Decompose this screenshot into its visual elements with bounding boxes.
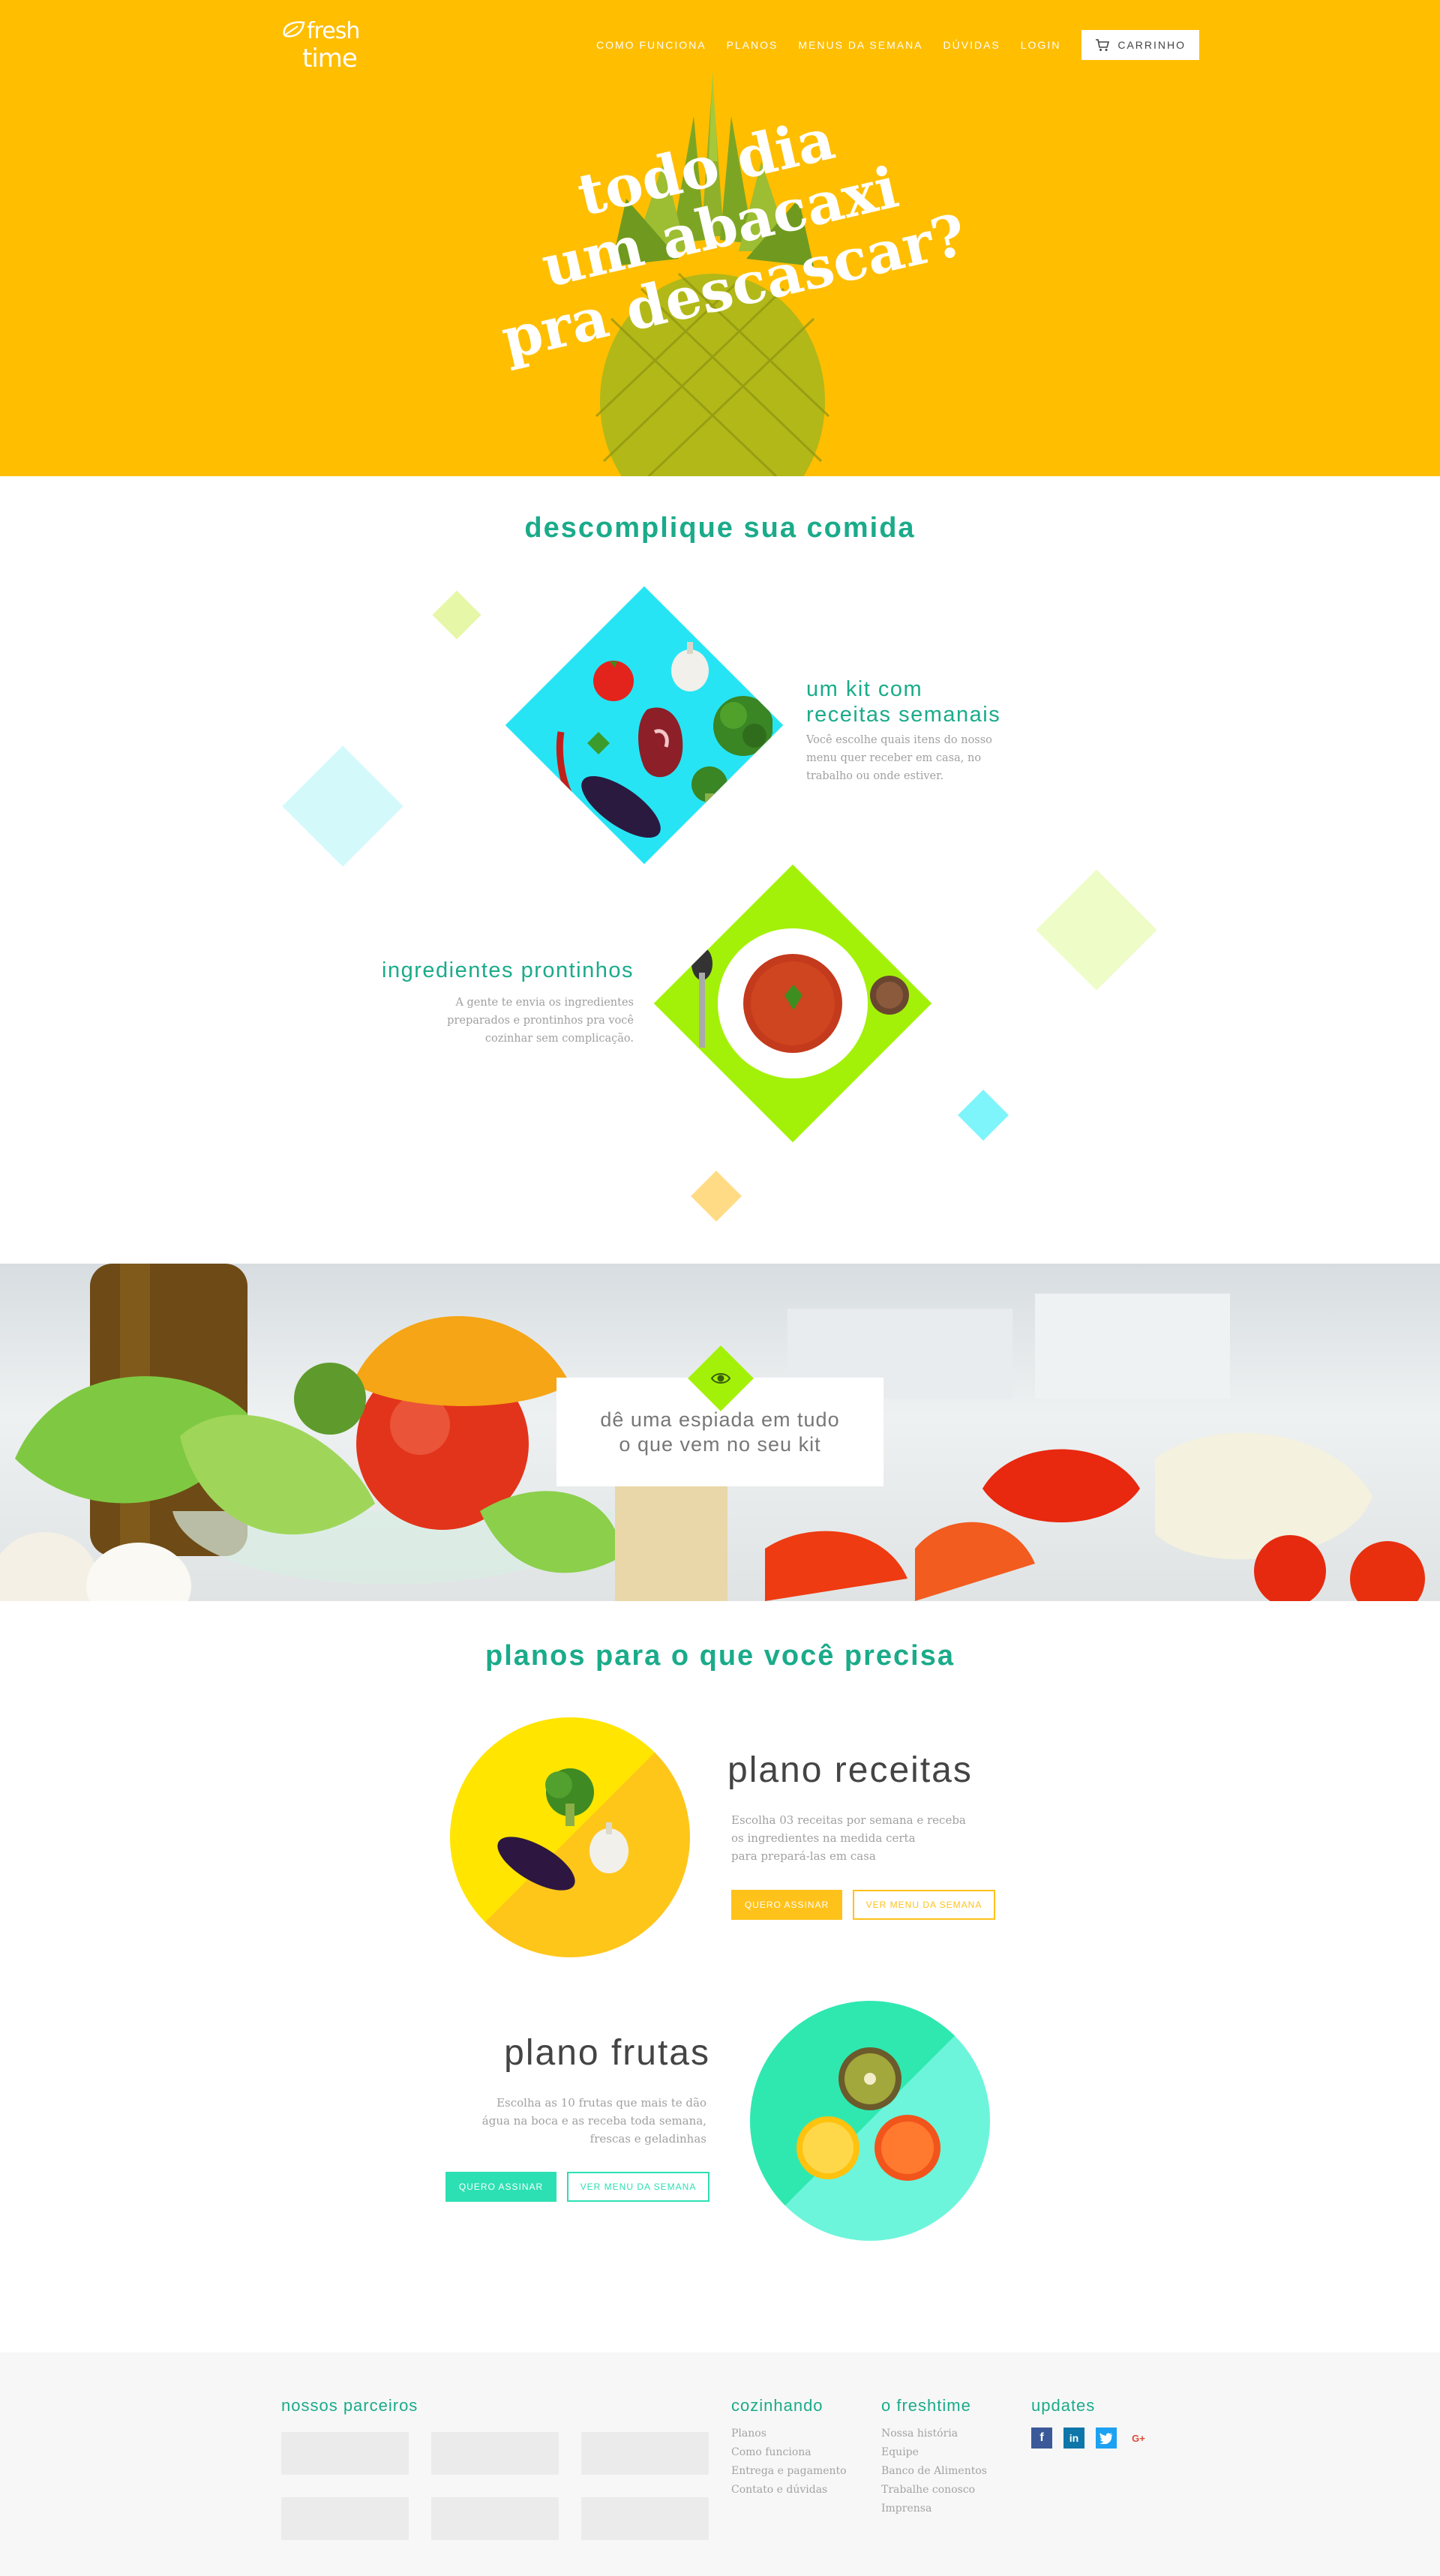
feature-title-line: um kit com <box>806 677 923 701</box>
feature-text-line: cozinhar sem complicação. <box>484 1033 634 1045</box>
partner-logo[interactable] <box>581 2432 709 2475</box>
partner-logo[interactable] <box>281 2432 409 2475</box>
cart-icon <box>1096 39 1110 51</box>
deco-diamond <box>282 745 404 867</box>
deco-diamond <box>958 1090 1009 1141</box>
main-nav: COMO FUNCIONA PLANOS MENUS DA SEMANA DÚV… <box>596 30 1199 60</box>
footer-link-imprensa[interactable]: Imprensa <box>881 2503 932 2515</box>
partner-logo[interactable] <box>281 2497 409 2540</box>
nav-item-menus-da-semana[interactable]: MENUS DA SEMANA <box>798 39 922 51</box>
footer-link-contato-duvidas[interactable]: Contato e dúvidas <box>731 2484 827 2496</box>
deco-diamond <box>691 1171 742 1222</box>
linkedin-icon[interactable]: in <box>1064 2428 1084 2449</box>
nav-item-duvidas[interactable]: DÚVIDAS <box>944 39 1000 51</box>
feature-prepared-text: A gente te envia os ingredientes prepara… <box>347 994 634 1048</box>
deco-diamond <box>1036 869 1157 991</box>
feature-text-line: menu quer receber em casa, no <box>806 752 982 764</box>
partner-logo[interactable] <box>431 2497 559 2540</box>
twitter-icon[interactable] <box>1096 2428 1117 2449</box>
nav-item-planos[interactable]: PLANOS <box>727 39 778 51</box>
deco-diamond <box>432 590 482 640</box>
plan-receitas-menu-button[interactable]: VER MENU DA SEMANA <box>853 1890 995 1920</box>
kit-preview-banner[interactable]: dê uma espiada em tudo o que vem no seu … <box>0 1264 1440 1601</box>
feature-kit-title: um kit com receitas semanais <box>806 676 1000 727</box>
plan-frutas-text: Escolha as 10 frutas que mais te dão águ… <box>375 2094 706 2148</box>
plan-frutas-title: plano frutas <box>504 2033 710 2073</box>
nav-item-como-funciona[interactable]: COMO FUNCIONA <box>596 39 706 51</box>
logo-text-fresh: fresh <box>307 18 360 44</box>
vegetables-illustration <box>497 1768 628 1891</box>
kit-ingredients-image <box>505 586 784 865</box>
cart-button[interactable]: CARRINHO <box>1082 30 1199 60</box>
logo-text-time: time <box>302 43 358 73</box>
feature-prepared-title: ingredientes prontinhos <box>347 958 634 983</box>
plan-text-line: para prepará-las em casa <box>731 1849 876 1863</box>
plan-receitas-subscribe-button[interactable]: QUERO ASSINAR <box>731 1890 842 1920</box>
features-title: descomplique sua comida <box>524 512 916 544</box>
feature-text-line: Você escolhe quais itens do nosso <box>806 734 992 746</box>
plan-receitas-text: Escolha 03 receitas por semana e receba … <box>731 1811 966 1865</box>
footer-link-como-funciona[interactable]: Como funciona <box>731 2446 812 2458</box>
ready-ingredients-image <box>653 864 932 1143</box>
plan-frutas-subscribe-button[interactable]: QUERO ASSINAR <box>446 2172 556 2202</box>
google-plus-icon[interactable]: G+ <box>1128 2428 1149 2449</box>
leaf-icon <box>283 21 305 37</box>
feature-text-line: A gente te envia os ingredientes <box>455 997 634 1009</box>
footer-link-banco-alimentos[interactable]: Banco de Alimentos <box>881 2465 987 2477</box>
cart-label: CARRINHO <box>1118 39 1186 51</box>
plan-text-line: frescas e geladinhas <box>590 2132 706 2146</box>
footer-link-entrega-pagamento[interactable]: Entrega e pagamento <box>731 2465 847 2477</box>
partner-logo[interactable] <box>431 2432 559 2475</box>
plan-frutas-menu-button[interactable]: VER MENU DA SEMANA <box>567 2172 710 2202</box>
footer-cooking-title: cozinhando <box>731 2396 824 2415</box>
footer-link-planos[interactable]: Planos <box>731 2428 766 2440</box>
footer-link-nossa-historia[interactable]: Nossa história <box>881 2428 958 2440</box>
plans-title: planos para o que você precisa <box>485 1640 955 1672</box>
plan-text-line: Escolha 03 receitas por semana e receba <box>731 1813 966 1827</box>
plan-frutas-image <box>750 2001 990 2241</box>
plan-receitas-image <box>450 1717 690 1957</box>
partner-logo[interactable] <box>581 2497 709 2540</box>
plan-text-line: água na boca e as receba toda semana, <box>482 2114 706 2128</box>
facebook-icon[interactable]: f <box>1031 2428 1052 2449</box>
feature-title-line: ingredientes prontinhos <box>382 958 634 982</box>
partners-title: nossos parceiros <box>281 2396 418 2415</box>
fruits-illustration <box>796 2047 940 2181</box>
feature-kit-text: Você escolhe quais itens do nosso menu q… <box>806 731 992 785</box>
feature-title-line: receitas semanais <box>806 703 1001 727</box>
twitter-bird-glyph <box>1100 2432 1113 2444</box>
plan-text-line: os ingredientes na medida certa <box>731 1831 916 1845</box>
nav-item-login[interactable]: LOGIN <box>1021 39 1061 51</box>
plan-text-line: Escolha as 10 frutas que mais te dão <box>496 2096 706 2110</box>
hero-section: fresh time COMO FUNCIONA PLANOS MENUS DA… <box>0 0 1440 476</box>
footer: nossos parceiros cozinhando Planos Como … <box>0 2353 1440 2576</box>
soup-illustration <box>692 928 909 1078</box>
feature-text-line: trabalho ou onde estiver. <box>806 770 944 782</box>
kit-preview-text: dê uma espiada em tudo o que vem no seu … <box>556 1408 884 1457</box>
footer-about-title: o freshtime <box>881 2396 971 2415</box>
ingredients-illustration <box>556 642 772 838</box>
footer-link-equipe[interactable]: Equipe <box>881 2446 919 2458</box>
feature-text-line: preparados e prontinhos pra você <box>447 1015 634 1027</box>
footer-link-trabalhe-conosco[interactable]: Trabalhe conosco <box>881 2484 975 2496</box>
plan-receitas-title: plano receitas <box>728 1750 973 1790</box>
footer-updates-title: updates <box>1031 2396 1096 2415</box>
kit-preview-line: o que vem no seu kit <box>619 1433 821 1456</box>
page: fresh time COMO FUNCIONA PLANOS MENUS DA… <box>0 0 1440 2576</box>
eye-icon <box>710 1373 731 1384</box>
kit-preview-line: dê uma espiada em tudo <box>600 1408 840 1431</box>
